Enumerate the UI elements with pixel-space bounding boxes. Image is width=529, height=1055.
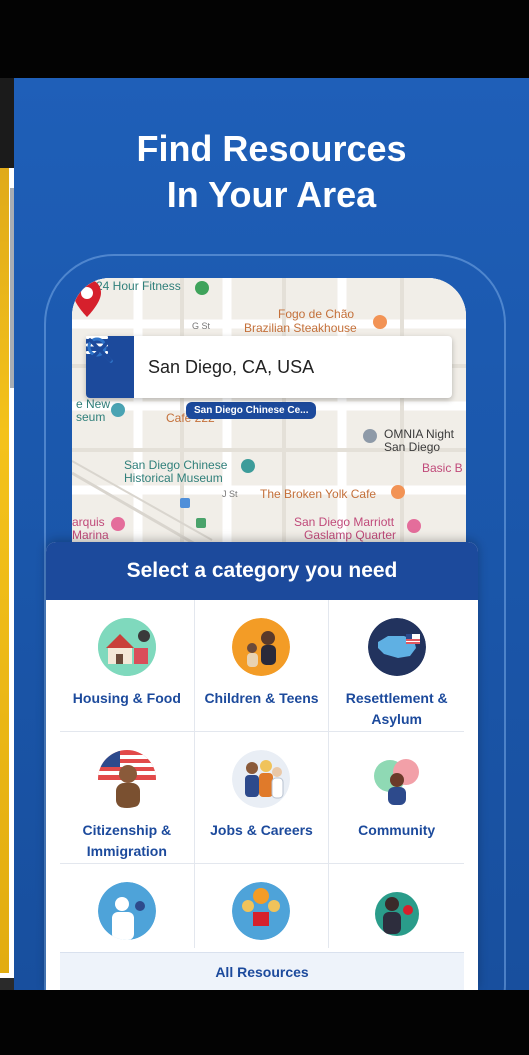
category-panel: Select a category you need Housing & Foo…: [46, 542, 478, 990]
map-pin-icon[interactable]: [72, 278, 102, 318]
education-icon: [232, 882, 291, 940]
left-edge-bottom: [0, 978, 14, 990]
category-label: Resettlement & Asylum: [345, 690, 448, 727]
category-children-teens[interactable]: Children & Teens: [194, 600, 330, 732]
category-jobs-careers[interactable]: Jobs & Careers: [194, 732, 330, 864]
map-view[interactable]: 24 Hour Fitness Fogo de Chão Brazilian S…: [72, 278, 466, 548]
legal-icon: [367, 882, 426, 940]
map-label-fogo-2: Brazilian Steakhouse: [244, 321, 357, 335]
all-resources-button[interactable]: All Resources: [60, 952, 464, 990]
category-label: Housing & Food: [72, 690, 181, 706]
dark-edge: [0, 78, 14, 168]
map-label-fitness: 24 Hour Fitness: [96, 279, 181, 293]
location-search-bar: [86, 336, 452, 398]
headline: Find Resources In Your Area: [14, 126, 529, 218]
house-icon: [97, 618, 156, 676]
map-label-g-st: G St: [192, 321, 211, 331]
category-panel-header: Select a category you need: [46, 542, 478, 600]
category-label: Community: [358, 822, 436, 838]
usa-map-icon: [367, 618, 426, 676]
category-health[interactable]: [60, 864, 195, 948]
headline-line-1: Find Resources: [136, 128, 407, 169]
bottom-black-bar: [0, 990, 529, 1055]
category-housing-food[interactable]: Housing & Food: [60, 600, 195, 732]
left-edge-strip: [0, 78, 14, 978]
category-label: Jobs & Careers: [210, 822, 313, 838]
category-label: Citizenship & Immigration: [82, 822, 172, 859]
category-community[interactable]: Community: [329, 732, 464, 864]
map-label-museum-2: seum: [76, 410, 106, 424]
category-resettlement-asylum[interactable]: Resettlement & Asylum: [329, 600, 464, 732]
location-search-input[interactable]: [148, 352, 368, 382]
category-citizenship-immigration[interactable]: Citizenship & Immigration: [60, 732, 195, 864]
headline-line-2: In Your Area: [166, 174, 377, 215]
map-label-marriott-2: Gaslamp Quarter: [304, 528, 397, 542]
category-grid: Housing & Food Children & Teens Resettle…: [60, 600, 464, 948]
workers-icon: [232, 750, 291, 808]
map-label-j-st: J St: [222, 489, 238, 499]
health-icon: [97, 882, 156, 940]
map-label-chinese-museum-2: Historical Museum: [124, 471, 223, 485]
children-icon: [232, 618, 291, 676]
community-icon: [367, 750, 426, 808]
selected-pin-label[interactable]: San Diego Chinese Ce...: [186, 402, 317, 419]
citizen-flag-icon: [97, 750, 156, 808]
category-panel-title: Select a category you need: [126, 559, 398, 582]
map-label-basic: Basic B: [422, 461, 463, 475]
map-label-marquis-2: Marina: [72, 528, 109, 542]
map-label-broken-yolk: The Broken Yolk Cafe: [260, 487, 377, 501]
category-legal[interactable]: [329, 864, 464, 948]
close-icon[interactable]: [86, 336, 114, 364]
map-label-omnia-2: San Diego: [384, 440, 441, 454]
top-black-bar: [0, 0, 529, 78]
map-label-fogo-1: Fogo de Chão: [278, 307, 355, 321]
gold-edge: [0, 78, 9, 973]
category-education[interactable]: [195, 864, 330, 948]
category-label: Children & Teens: [204, 690, 319, 706]
